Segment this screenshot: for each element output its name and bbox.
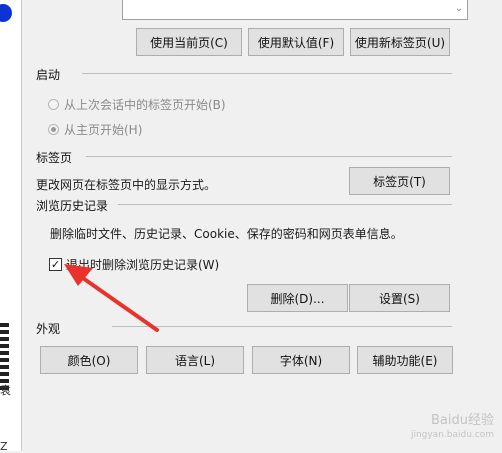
arrow-shaft — [78, 274, 159, 332]
watermark-line-2: jingyan.baidu.com — [410, 430, 494, 440]
watermark-line-1: Baidu经验 — [431, 413, 494, 428]
red-arrow-annotation — [64, 264, 159, 332]
baidu-watermark: Baidu经验 jingyan.baidu.com — [411, 413, 494, 443]
